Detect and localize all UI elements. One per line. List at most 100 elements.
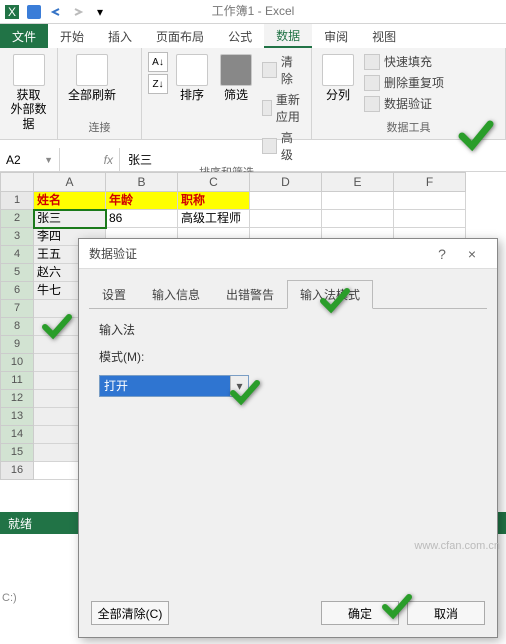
svg-text:X: X (8, 5, 16, 19)
sort-button[interactable]: 排序 (172, 52, 212, 104)
drive-text: C:) (2, 592, 17, 604)
window-title: 工作簿1 - Excel (212, 2, 295, 19)
flash-fill-icon (364, 54, 380, 70)
remove-duplicates-button[interactable]: 删除重复项 (362, 73, 446, 92)
cell[interactable]: 年龄 (106, 192, 178, 210)
clear-all-button[interactable]: 全部清除(C) (91, 601, 169, 625)
cell[interactable]: 姓名 (34, 192, 106, 210)
mode-value: 打开 (100, 376, 230, 396)
dialog-title: 数据验证 (89, 245, 427, 262)
select-all-corner[interactable] (0, 172, 34, 192)
get-external-data-button[interactable]: 获取 外部数据 (6, 52, 51, 133)
cell[interactable] (250, 192, 322, 210)
col-header-b[interactable]: B (106, 172, 178, 192)
dialog-tab-ime-mode[interactable]: 输入法模式 (287, 280, 373, 309)
row-header[interactable]: 11 (0, 372, 34, 390)
row-header[interactable]: 15 (0, 444, 34, 462)
filter-button[interactable]: 筛选 (216, 52, 256, 104)
mode-combobox[interactable]: 打开 ▾ (99, 375, 249, 397)
cancel-button[interactable]: 取消 (407, 601, 485, 625)
formula-input[interactable]: 张三 (120, 151, 160, 168)
advanced-filter-button[interactable]: 高级 (260, 128, 305, 164)
remove-dup-icon (364, 75, 380, 91)
flash-fill-button[interactable]: 快速填充 (362, 52, 446, 71)
row-header[interactable]: 16 (0, 462, 34, 480)
cell[interactable]: 高级工程师 (178, 210, 250, 228)
ribbon-tabs: 文件 开始 插入 页面布局 公式 数据 审阅 视图 (0, 24, 506, 48)
ribbon-data: 获取 外部数据 全部刷新 连接 A↓ Z↓ 排序 筛选 (0, 48, 506, 140)
text-to-cols-icon (322, 54, 354, 86)
col-header-c[interactable]: C (178, 172, 250, 192)
text-to-columns-button[interactable]: 分列 (318, 52, 358, 104)
quick-access-toolbar: X ▾ 工作簿1 - Excel (0, 0, 506, 24)
group-label-data-tools: 数据工具 (318, 119, 499, 135)
col-header-d[interactable]: D (250, 172, 322, 192)
cell[interactable] (250, 210, 322, 228)
sort-asc-button[interactable]: A↓ (148, 52, 168, 72)
advanced-icon (262, 138, 277, 154)
tab-file[interactable]: 文件 (0, 24, 48, 48)
reapply-icon (262, 100, 272, 116)
row-header[interactable]: 2 (0, 210, 34, 228)
tab-formulas[interactable]: 公式 (216, 24, 264, 48)
dialog-help-button[interactable]: ? (427, 246, 457, 262)
row-header[interactable]: 3 (0, 228, 34, 246)
refresh-all-button[interactable]: 全部刷新 (64, 52, 120, 104)
dialog-tab-settings[interactable]: 设置 (89, 280, 139, 309)
watermark-text: www.cfan.com.cn (414, 540, 500, 552)
cell[interactable]: 86 (106, 210, 178, 228)
save-icon[interactable] (26, 4, 42, 20)
tab-home[interactable]: 开始 (48, 24, 96, 48)
cell[interactable] (394, 210, 466, 228)
row-header[interactable]: 10 (0, 354, 34, 372)
data-validation-button[interactable]: 数据验证 (362, 94, 446, 113)
group-label-connections: 连接 (64, 119, 135, 135)
cell[interactable] (394, 192, 466, 210)
undo-icon[interactable] (48, 4, 64, 20)
namebox-dropdown-icon[interactable]: ▼ (44, 155, 53, 165)
row-header[interactable]: 4 (0, 246, 34, 264)
sort-icon (176, 54, 208, 86)
row-header[interactable]: 1 (0, 192, 34, 210)
name-box[interactable]: A2▼ (0, 148, 60, 171)
section-label-ime: 输入法 (99, 321, 477, 338)
tab-layout[interactable]: 页面布局 (144, 24, 216, 48)
data-validation-dialog: 数据验证 ? × 设置 输入信息 出错警告 输入法模式 输入法 模式(M): 打… (78, 238, 498, 638)
col-header-e[interactable]: E (322, 172, 394, 192)
col-header-a[interactable]: A (34, 172, 106, 192)
redo-icon[interactable] (70, 4, 86, 20)
tab-view[interactable]: 视图 (360, 24, 408, 48)
dialog-tab-error-alert[interactable]: 出错警告 (213, 280, 287, 309)
refresh-icon (76, 54, 108, 86)
row-header[interactable]: 14 (0, 426, 34, 444)
tab-insert[interactable]: 插入 (96, 24, 144, 48)
tab-data[interactable]: 数据 (264, 24, 312, 48)
cell[interactable] (322, 210, 394, 228)
row-header[interactable]: 5 (0, 264, 34, 282)
clear-icon (262, 62, 277, 78)
col-header-f[interactable]: F (394, 172, 466, 192)
fx-button[interactable]: fx (60, 148, 120, 171)
filter-icon (220, 54, 252, 86)
row-header[interactable]: 8 (0, 318, 34, 336)
row-header[interactable]: 6 (0, 282, 34, 300)
row-header[interactable]: 9 (0, 336, 34, 354)
dialog-close-button[interactable]: × (457, 246, 487, 262)
clear-filter-button[interactable]: 清除 (260, 52, 305, 88)
cell[interactable]: 职称 (178, 192, 250, 210)
dialog-tab-input-message[interactable]: 输入信息 (139, 280, 213, 309)
cell[interactable] (322, 192, 394, 210)
mode-label: 模式(M): (99, 348, 477, 365)
get-data-icon (13, 54, 45, 86)
ok-button[interactable]: 确定 (321, 601, 399, 625)
reapply-button[interactable]: 重新应用 (260, 90, 305, 126)
customize-qat-icon[interactable]: ▾ (92, 4, 108, 20)
row-header[interactable]: 13 (0, 408, 34, 426)
combobox-dropdown-icon[interactable]: ▾ (230, 376, 248, 396)
row-header[interactable]: 12 (0, 390, 34, 408)
row-header[interactable]: 7 (0, 300, 34, 318)
data-validation-icon (364, 96, 380, 112)
tab-review[interactable]: 审阅 (312, 24, 360, 48)
cell[interactable]: 张三 (34, 210, 106, 228)
sort-desc-button[interactable]: Z↓ (148, 74, 168, 94)
